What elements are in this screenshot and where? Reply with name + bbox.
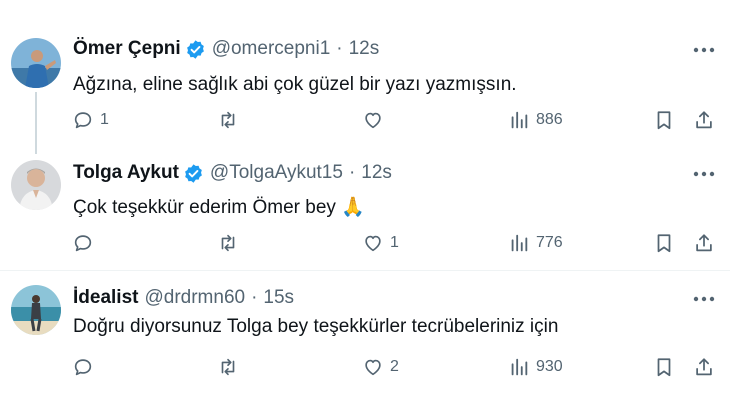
timestamp[interactable]: 12s <box>349 38 380 60</box>
more-options-icon[interactable] <box>690 162 718 186</box>
avatar-tolga[interactable] <box>11 160 61 210</box>
display-name[interactable]: İdealist <box>73 287 138 309</box>
timestamp[interactable]: 15s <box>263 287 294 309</box>
tweet-header: İdealist @drdrmn60 · 15s <box>73 287 294 309</box>
view-count: 930 <box>536 358 563 375</box>
like-count: 1 <box>390 234 399 251</box>
retweet-icon <box>221 358 235 376</box>
heart-icon <box>365 359 381 376</box>
reply-icon <box>74 112 92 129</box>
retweet-icon <box>221 234 235 252</box>
tweet-header: Ömer Çepni @omercepni1 · 12s <box>73 38 379 60</box>
separator-dot: · <box>336 38 343 59</box>
action-bar: 1 776 <box>60 228 730 258</box>
like-count: 2 <box>390 358 399 375</box>
bookmark-icon <box>657 234 671 253</box>
heart-icon <box>365 112 381 129</box>
display-name[interactable]: Tolga Aykut <box>73 162 179 184</box>
bookmark-button[interactable] <box>653 228 675 258</box>
share-button[interactable] <box>693 352 715 382</box>
bookmark-icon <box>657 111 671 130</box>
verified-badge-icon <box>186 39 204 59</box>
retweet-button[interactable] <box>217 228 245 258</box>
handle[interactable]: @TolgaAykut15 <box>210 162 343 184</box>
like-button[interactable] <box>362 105 390 135</box>
like-button[interactable]: 2 <box>362 352 399 382</box>
reply-button[interactable] <box>72 228 100 258</box>
share-icon <box>696 111 712 129</box>
bookmark-icon <box>657 358 671 377</box>
handle[interactable]: @omercepni1 <box>212 38 331 60</box>
view-count: 886 <box>536 111 563 128</box>
views-chart-icon <box>511 111 528 129</box>
more-options-icon[interactable] <box>690 287 718 311</box>
share-button[interactable] <box>693 228 715 258</box>
retweet-icon <box>221 111 235 129</box>
tweet-text: Ağzına, eline sağlık abi çok güzel bir y… <box>73 74 517 95</box>
tweet-text: Çok teşekkür ederim Ömer bey 🙏 <box>73 197 365 218</box>
heart-icon <box>365 235 381 252</box>
views-button[interactable]: 886 <box>508 105 563 135</box>
bookmark-button[interactable] <box>653 105 675 135</box>
views-chart-icon <box>511 358 528 376</box>
like-button[interactable]: 1 <box>362 228 399 258</box>
reply-icon <box>74 235 92 252</box>
tweet-text: Doğru diyorsunuz Tolga bey teşekkürler t… <box>73 316 559 337</box>
reply-button[interactable]: 1 <box>72 105 109 135</box>
bookmark-button[interactable] <box>653 352 675 382</box>
more-options-icon[interactable] <box>690 38 718 62</box>
retweet-button[interactable] <box>217 352 245 382</box>
tweet-3[interactable]: İdealist @drdrmn60 · 15s Doğru diyorsunu… <box>0 271 730 420</box>
handle[interactable]: @drdrmn60 <box>144 287 245 309</box>
retweet-button[interactable] <box>217 105 245 135</box>
views-button[interactable]: 930 <box>508 352 563 382</box>
separator-dot: · <box>251 287 258 308</box>
tweet-header: Tolga Aykut @TolgaAykut15 · 12s <box>73 162 392 184</box>
reply-count: 1 <box>100 111 109 128</box>
view-count: 776 <box>536 234 563 251</box>
tweet-2[interactable]: Tolga Aykut @TolgaAykut15 · 12s Çok teşe… <box>0 155 730 270</box>
action-bar: 2 930 <box>60 352 730 382</box>
avatar-idealist[interactable] <box>11 285 61 335</box>
timestamp[interactable]: 12s <box>361 162 392 184</box>
reply-button[interactable] <box>72 352 100 382</box>
display-name[interactable]: Ömer Çepni <box>73 38 181 60</box>
separator-dot: · <box>348 162 356 183</box>
thread-line <box>35 92 37 154</box>
views-chart-icon <box>511 234 528 252</box>
avatar-omer[interactable] <box>11 38 61 88</box>
share-icon <box>696 234 712 252</box>
share-button[interactable] <box>693 105 715 135</box>
verified-badge-icon <box>185 163 202 183</box>
tweet-1[interactable]: Ömer Çepni @omercepni1 · 12s Ağzına, eli… <box>0 0 730 155</box>
action-bar: 1 886 <box>60 105 730 135</box>
share-icon <box>696 358 712 376</box>
views-button[interactable]: 776 <box>508 228 563 258</box>
reply-icon <box>74 359 92 376</box>
